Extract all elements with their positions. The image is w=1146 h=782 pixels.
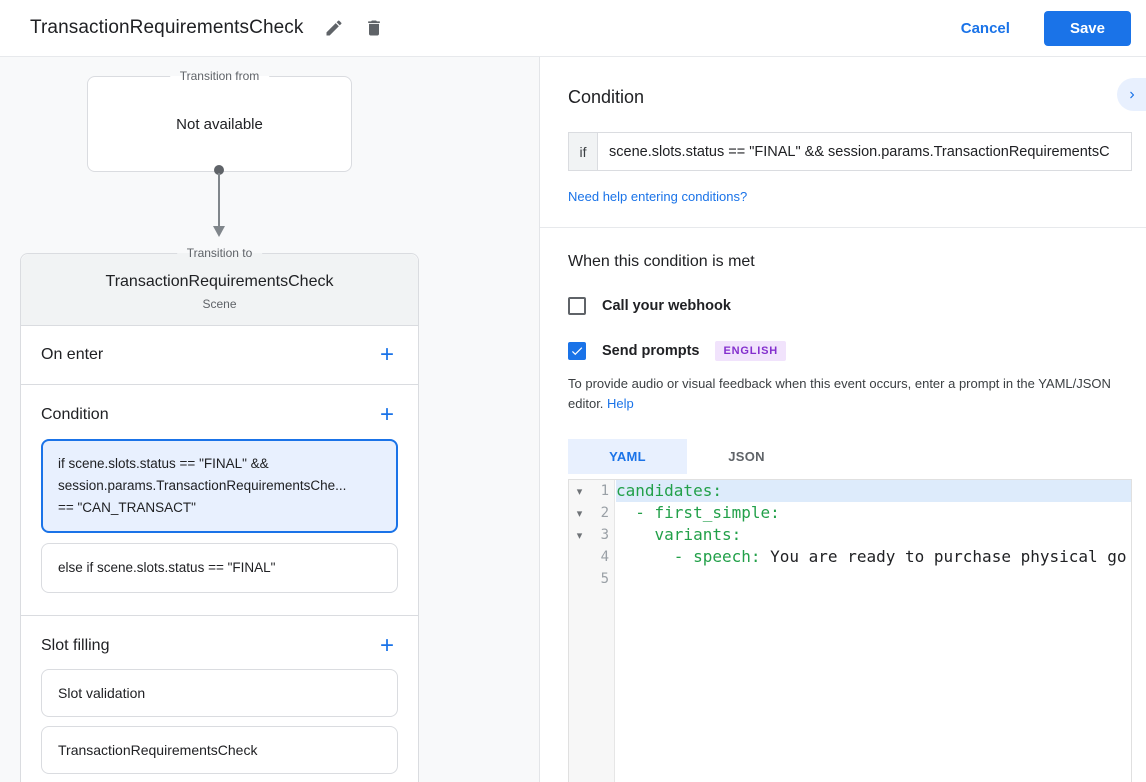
webhook-row: Call your webhook xyxy=(568,297,1132,315)
checkmark-icon xyxy=(570,344,584,358)
page-title: TransactionRequirementsCheck xyxy=(30,17,304,38)
gutter-cell: ▾ 2 xyxy=(569,502,616,524)
scene-diagram-pane: Transition from Not available Transition… xyxy=(0,57,540,782)
save-button[interactable]: Save xyxy=(1043,10,1131,46)
fold-toggle-icon[interactable]: ▾ xyxy=(572,485,587,498)
slot-filling-card[interactable]: TransactionRequirementsCheck xyxy=(41,726,398,774)
editor-tab-bar: YAML JSON xyxy=(568,439,1132,474)
code-text[interactable]: - speech: You are ready to purchase phys… xyxy=(616,546,1131,568)
transition-from-label: Transition from xyxy=(169,69,270,83)
trash-icon xyxy=(364,18,384,38)
transition-from-value: Not available xyxy=(176,115,263,133)
add-on-enter-button[interactable]: + xyxy=(376,341,398,369)
condition-card[interactable]: else if scene.slots.status == "FINAL" xyxy=(41,543,398,593)
edit-scene-button[interactable] xyxy=(324,18,344,38)
delete-scene-button[interactable] xyxy=(364,18,384,38)
slot-card-list: Slot validation TransactionRequirementsCh… xyxy=(41,669,398,774)
condition-expression-input[interactable] xyxy=(597,132,1132,171)
fold-toggle-icon[interactable]: ▾ xyxy=(572,529,587,542)
fold-toggle-icon[interactable]: ▾ xyxy=(572,507,587,520)
tab-json[interactable]: JSON xyxy=(687,439,806,474)
transition-to-label: Transition to xyxy=(176,246,263,260)
language-badge: ENGLISH xyxy=(715,341,786,361)
scene-name: TransactionRequirementsCheck xyxy=(105,273,334,290)
when-met-title: When this condition is met xyxy=(568,253,755,270)
line-number: 3 xyxy=(600,527,609,543)
condition-card-list: if scene.slots.status == "FINAL" && sessi… xyxy=(41,439,398,593)
code-line: ▾ 1 candidates: xyxy=(569,480,1131,502)
yaml-key-token: - first_simple: xyxy=(616,503,780,522)
code-line: 5 xyxy=(569,568,1131,590)
gutter-cell: 4 xyxy=(569,546,616,568)
condition-editor-pane: Condition if Need help entering conditio… xyxy=(540,57,1146,782)
add-condition-button[interactable]: + xyxy=(376,401,398,429)
code-text[interactable]: - first_simple: xyxy=(616,502,1131,524)
condition-card-line: == "CAN_TRANSACT" xyxy=(58,500,196,515)
line-number: 5 xyxy=(600,571,609,587)
slot-filling-section-label: Slot filling xyxy=(41,637,110,654)
gutter-cell: ▾ 3 xyxy=(569,524,616,546)
scene-card-header[interactable]: TransactionRequirementsCheck Scene xyxy=(21,254,418,326)
gutter-cell: ▾ 1 xyxy=(569,480,616,502)
call-webhook-checkbox[interactable] xyxy=(568,297,586,315)
slot-filling-card[interactable]: Slot validation xyxy=(41,669,398,717)
scene-type: Scene xyxy=(202,297,237,311)
main-content: Transition from Not available Transition… xyxy=(0,57,1146,782)
code-line: ▾ 2 - first_simple: xyxy=(569,502,1131,524)
transition-from-box: Transition from Not available xyxy=(87,69,352,172)
condition-card-line: else if scene.slots.status == "FINAL" xyxy=(58,560,276,575)
yaml-code-editor[interactable]: ▾ 1 candidates: ▾ 2 - first_simple: ▾ 3 varian… xyxy=(568,479,1132,782)
line-number: 4 xyxy=(600,549,609,565)
code-line: ▾ 3 variants: xyxy=(569,524,1131,546)
pencil-icon xyxy=(324,18,344,38)
condition-card[interactable]: if scene.slots.status == "FINAL" && sessi… xyxy=(41,439,398,533)
send-prompts-checkbox[interactable] xyxy=(568,342,586,360)
on-enter-section: On enter + xyxy=(21,326,418,385)
prompts-helper-text: To provide audio or visual feedback when… xyxy=(568,376,1111,411)
connector-line xyxy=(218,173,220,226)
condition-card-line: session.params.TransactionRequirementsCh… xyxy=(58,478,347,493)
yaml-key-token: variants: xyxy=(616,525,742,544)
when-met-section: When this condition is met Call your web… xyxy=(540,228,1146,782)
cancel-button[interactable]: Cancel xyxy=(945,12,1026,45)
condition-section-label: Condition xyxy=(41,406,109,423)
yaml-key-token: candidates: xyxy=(616,481,722,500)
add-slot-button[interactable]: + xyxy=(376,632,398,660)
code-line-list: ▾ 1 candidates: ▾ 2 - first_simple: ▾ 3 varian… xyxy=(569,480,1131,590)
condition-card-line: if scene.slots.status == "FINAL" && xyxy=(58,456,269,471)
on-enter-label: On enter xyxy=(41,346,104,363)
collapse-panel-button[interactable] xyxy=(1117,78,1146,111)
code-text[interactable]: variants: xyxy=(616,524,1131,546)
code-text[interactable] xyxy=(616,568,1131,590)
yaml-value-token: You are ready to purchase physical go xyxy=(760,547,1127,566)
gutter-cell: 5 xyxy=(569,568,616,590)
condition-help-link[interactable]: Need help entering conditions? xyxy=(568,189,747,204)
send-prompts-label[interactable]: Send prompts xyxy=(602,343,699,359)
line-number: 2 xyxy=(600,505,609,521)
send-prompts-row: Send prompts ENGLISH xyxy=(568,341,1132,361)
help-link[interactable]: Help xyxy=(607,396,634,411)
yaml-key-token: - speech: xyxy=(616,547,761,566)
top-bar: TransactionRequirementsCheck Cancel Save xyxy=(0,0,1146,57)
slot-filling-section: Slot filling + Slot validation Transactio… xyxy=(21,616,418,782)
line-number: 1 xyxy=(600,483,609,499)
if-prefix-label: if xyxy=(568,132,597,171)
if-condition-row: if xyxy=(568,132,1132,171)
call-webhook-label[interactable]: Call your webhook xyxy=(602,298,731,314)
transition-to-card: Transition to TransactionRequirementsChe… xyxy=(20,246,419,782)
condition-panel-title: Condition xyxy=(568,87,645,107)
code-line: 4 - speech: You are ready to purchase ph… xyxy=(569,546,1131,568)
connector-arrowhead-icon xyxy=(213,226,225,237)
code-text[interactable]: candidates: xyxy=(616,480,1131,502)
condition-input-section: Condition if Need help entering conditio… xyxy=(540,57,1146,206)
chevron-right-icon xyxy=(1125,88,1139,102)
condition-section: Condition + if scene.slots.status == "FI… xyxy=(21,385,418,616)
tab-yaml[interactable]: YAML xyxy=(568,439,687,474)
